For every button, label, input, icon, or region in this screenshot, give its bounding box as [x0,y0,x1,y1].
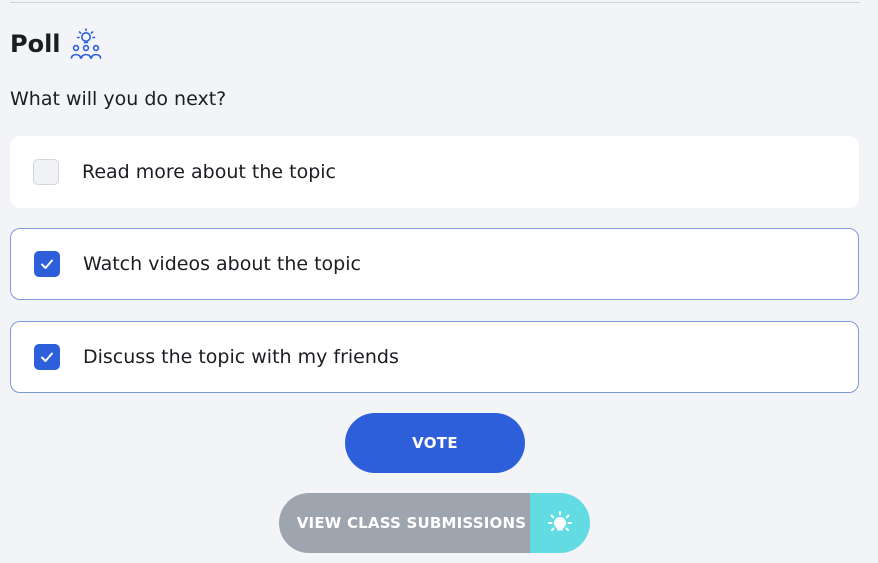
poll-header: Poll [10,26,103,62]
page-title: Poll [10,30,61,58]
poll-option-discuss[interactable]: Discuss the topic with my friends [10,321,859,393]
poll-option-label: Watch videos about the topic [83,253,361,275]
vote-button[interactable]: VOTE [345,413,525,473]
poll-option-watch-videos[interactable]: Watch videos about the topic [10,228,859,300]
poll-option-label: Read more about the topic [82,161,336,183]
poll-option-read-more[interactable]: Read more about the topic [10,136,859,208]
checkmark-icon [41,352,53,362]
view-class-submissions-button[interactable]: VIEW CLASS SUBMISSIONS [279,493,590,553]
top-divider [10,2,860,3]
poll-option-label: Discuss the topic with my friends [83,346,399,368]
group-idea-icon [69,27,103,61]
checkbox-unchecked[interactable] [33,159,59,185]
checkmark-icon [41,259,53,269]
poll-question: What will you do next? [10,88,227,110]
lightbulb-icon [530,493,590,553]
checkbox-checked[interactable] [34,251,60,277]
view-class-submissions-label: VIEW CLASS SUBMISSIONS [279,493,530,553]
checkbox-checked[interactable] [34,344,60,370]
